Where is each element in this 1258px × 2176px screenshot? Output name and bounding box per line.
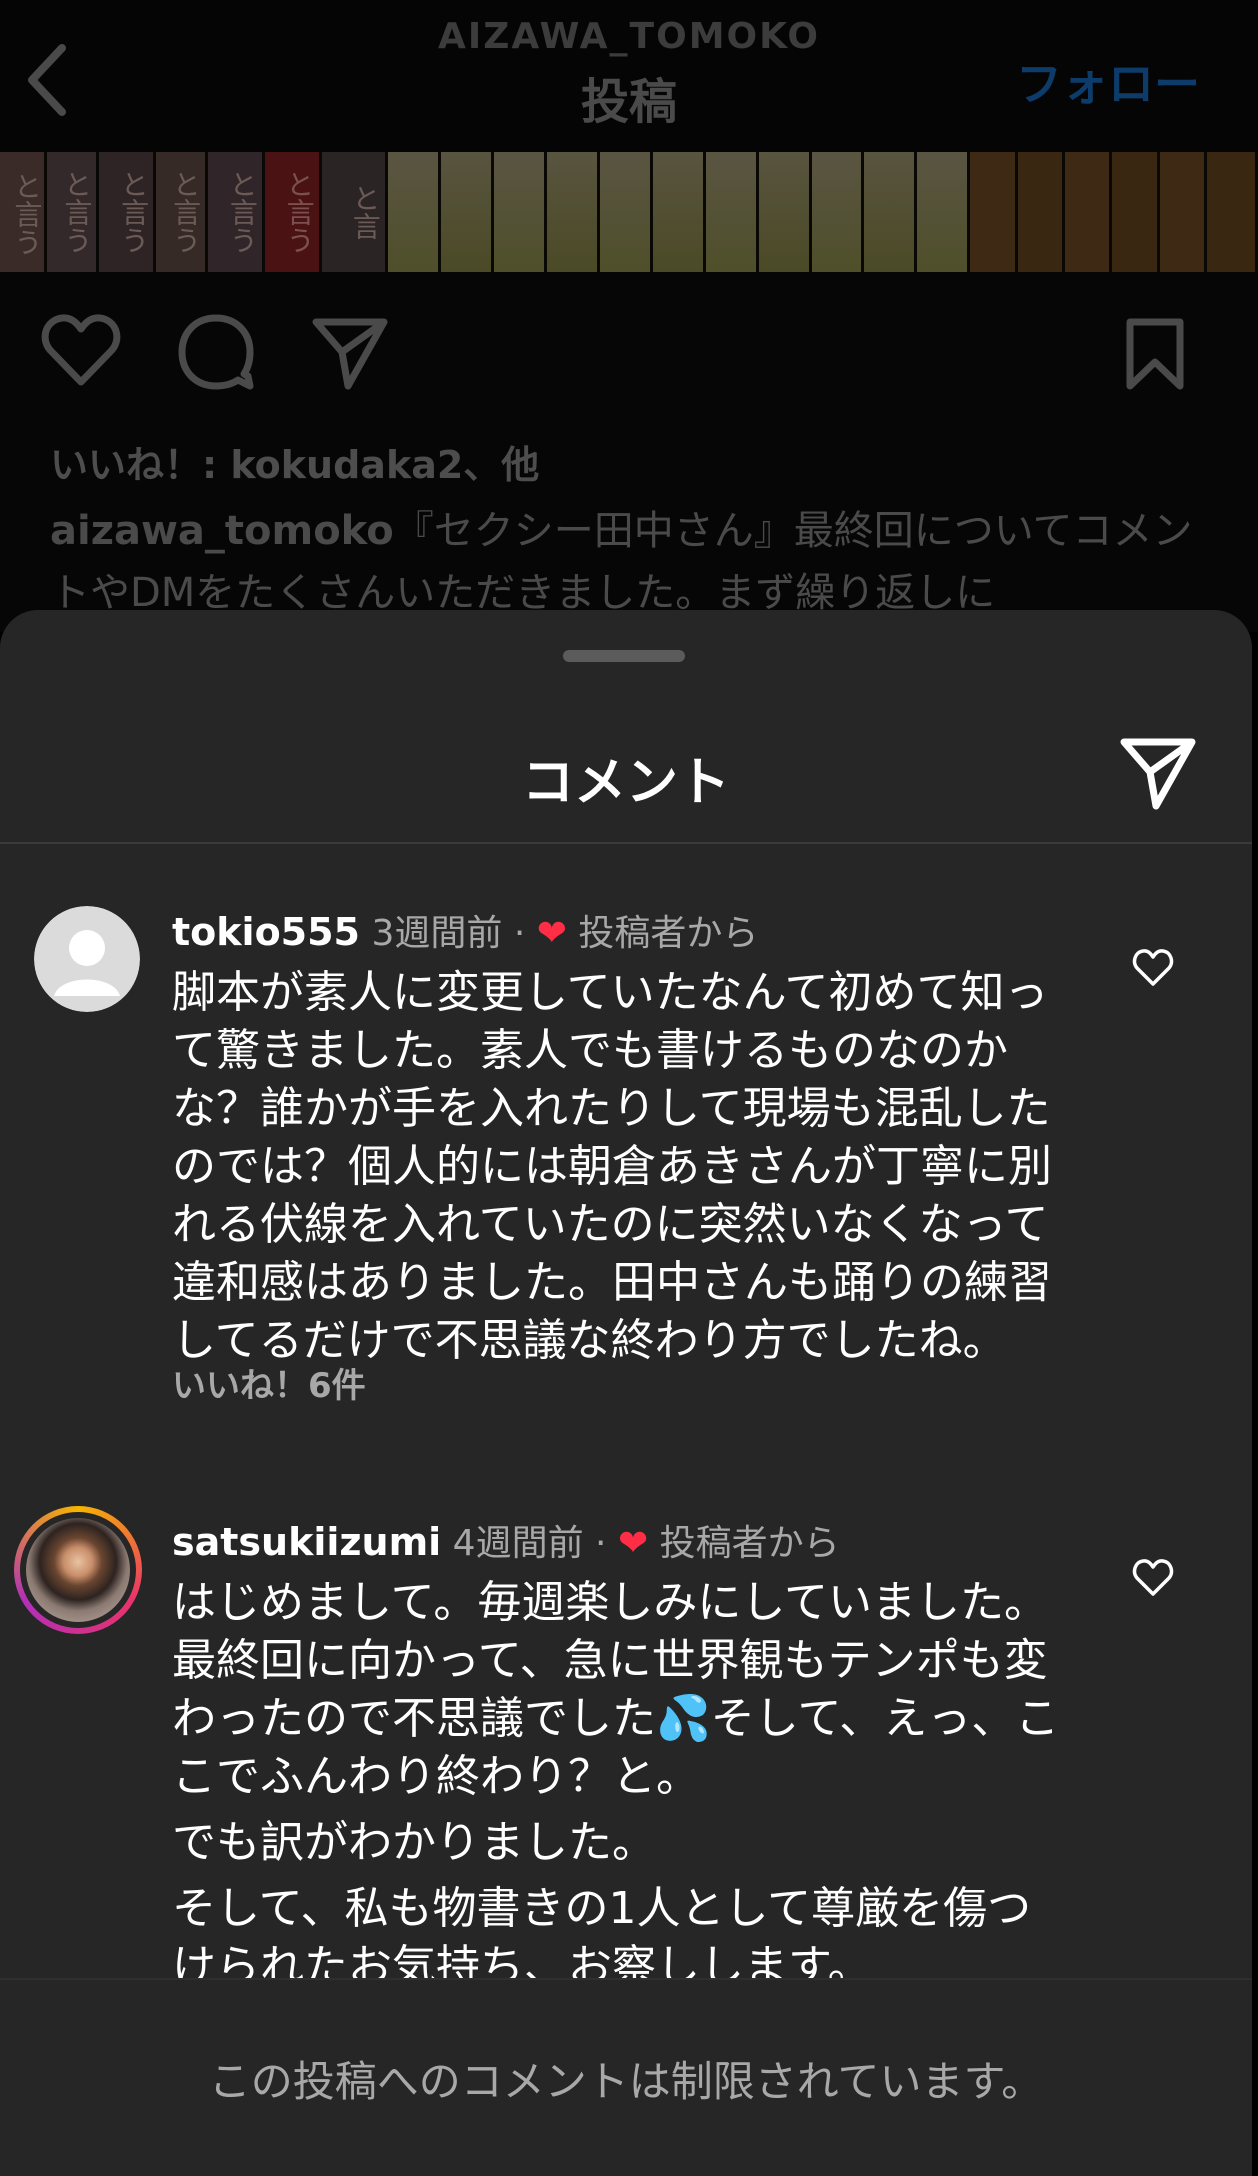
book-spine: と言う [208,152,265,272]
book-spine [387,152,441,272]
comment-bubble-icon[interactable] [176,312,256,392]
book-spine [599,152,653,272]
comment-username[interactable]: satsukiizumi [172,1520,441,1564]
book-spine [864,152,918,272]
heart-filled-icon: ❤ [617,1523,649,1564]
book-spine: と言う [0,152,48,272]
sheet-drag-handle[interactable] [563,650,685,662]
divider [0,842,1252,844]
book-spine: と言う [264,152,322,272]
heart-outline-icon[interactable] [1132,1558,1174,1598]
comment-time: 4週間前 [452,1523,584,1564]
comment-username[interactable]: tokio555 [172,910,360,954]
send-icon[interactable] [1118,732,1198,812]
book-spine [917,152,971,272]
book-spine [1017,152,1066,272]
comment-text: はじめまして。毎週楽しみにしていました。最終回に向かって、急に世界観もテンポも変… [172,1574,1072,1996]
comment-like-count[interactable]: いいね！6件 [172,1358,366,1407]
avatar-placeholder-icon[interactable] [34,906,140,1012]
comment-item: satsukiizumi 4週間前 · ❤ 投稿者から はじめまして。毎週楽しみ… [0,1506,1252,1992]
comment-text: 脚本が素人に変更していたなんて初めて知って驚きました。素人でも書けるものなのかな… [172,964,1072,1370]
book-spine: と言う [156,152,209,272]
book-spine [440,152,494,272]
book-spine [1112,152,1160,272]
comment-time: 3週間前 [371,913,503,954]
meta-separator: · [513,913,526,954]
heart-outline-icon[interactable] [1132,948,1174,988]
comments-restricted-footer: この投稿へのコメントは制限されています。 [0,1978,1252,2176]
comments-sheet: コメント tokio555 3週間前 · ❤ 投稿者から 脚本が素人に変更してい… [0,610,1252,2176]
heart-filled-icon: ❤ [536,913,567,954]
avatar [26,1518,130,1622]
book-spine [652,152,706,272]
comments-restricted-notice: この投稿へのコメントは制限されています。 [208,2057,1044,2106]
book-spine: と言う [47,152,100,272]
comment-paragraph: 脚本が素人に変更していたなんて初めて知って驚きました。素人でも書けるものなのかな… [172,967,1052,1366]
book-spine [1065,152,1113,272]
book-spine: と言 [321,152,388,272]
sheet-title: コメント [521,753,730,813]
post-area: いいね！: kokudaka2、他 aizawa_tomoko『セクシー田中さん… [0,272,1258,632]
comment-paragraph: はじめまして。毎週楽しみにしていました。最終回に向かって、急に世界観もテンポも変… [172,1577,1060,1802]
caption-username[interactable]: aizawa_tomoko [50,508,394,554]
top-bar: AIZAWA_TOMOKO 投稿 フォロー [0,0,1258,152]
book-spine [1159,152,1207,272]
book-spine [811,152,865,272]
avatar-story-ring[interactable] [14,1506,142,1634]
comment-meta: satsukiizumi 4週間前 · ❤ 投稿者から [172,1514,840,1566]
comment-meta: tokio555 3週間前 · ❤ 投稿者から [172,904,758,956]
meta-separator: · [595,1523,607,1564]
heart-outline-icon[interactable] [40,312,122,388]
from-author-label: 投稿者から [659,1523,840,1564]
send-icon[interactable] [312,314,388,390]
comment-paragraph: でも訳がわかりました。 [172,1817,656,1868]
post-caption: aizawa_tomoko『セクシー田中さん』最終回についてコメントやDMをたく… [50,500,1220,624]
comment-item: tokio555 3週間前 · ❤ 投稿者から 脚本が素人に変更していたなんて初… [0,896,1252,1436]
book-spine [705,152,759,272]
follow-button[interactable]: フォロー [1016,48,1200,114]
book-spine: と言う [99,152,157,272]
book-spine [758,152,812,272]
book-spine [546,152,600,272]
from-author-label: 投稿者から [578,913,759,954]
book-spine [970,152,1018,272]
post-likes[interactable]: いいね！: kokudaka2、他 [50,434,539,489]
book-spine [1206,152,1258,272]
book-spine [493,152,547,272]
bookmark-icon[interactable] [1124,318,1186,390]
post-image[interactable]: と言う と言う と言う と言う と言う と言う と言 [0,152,1258,272]
